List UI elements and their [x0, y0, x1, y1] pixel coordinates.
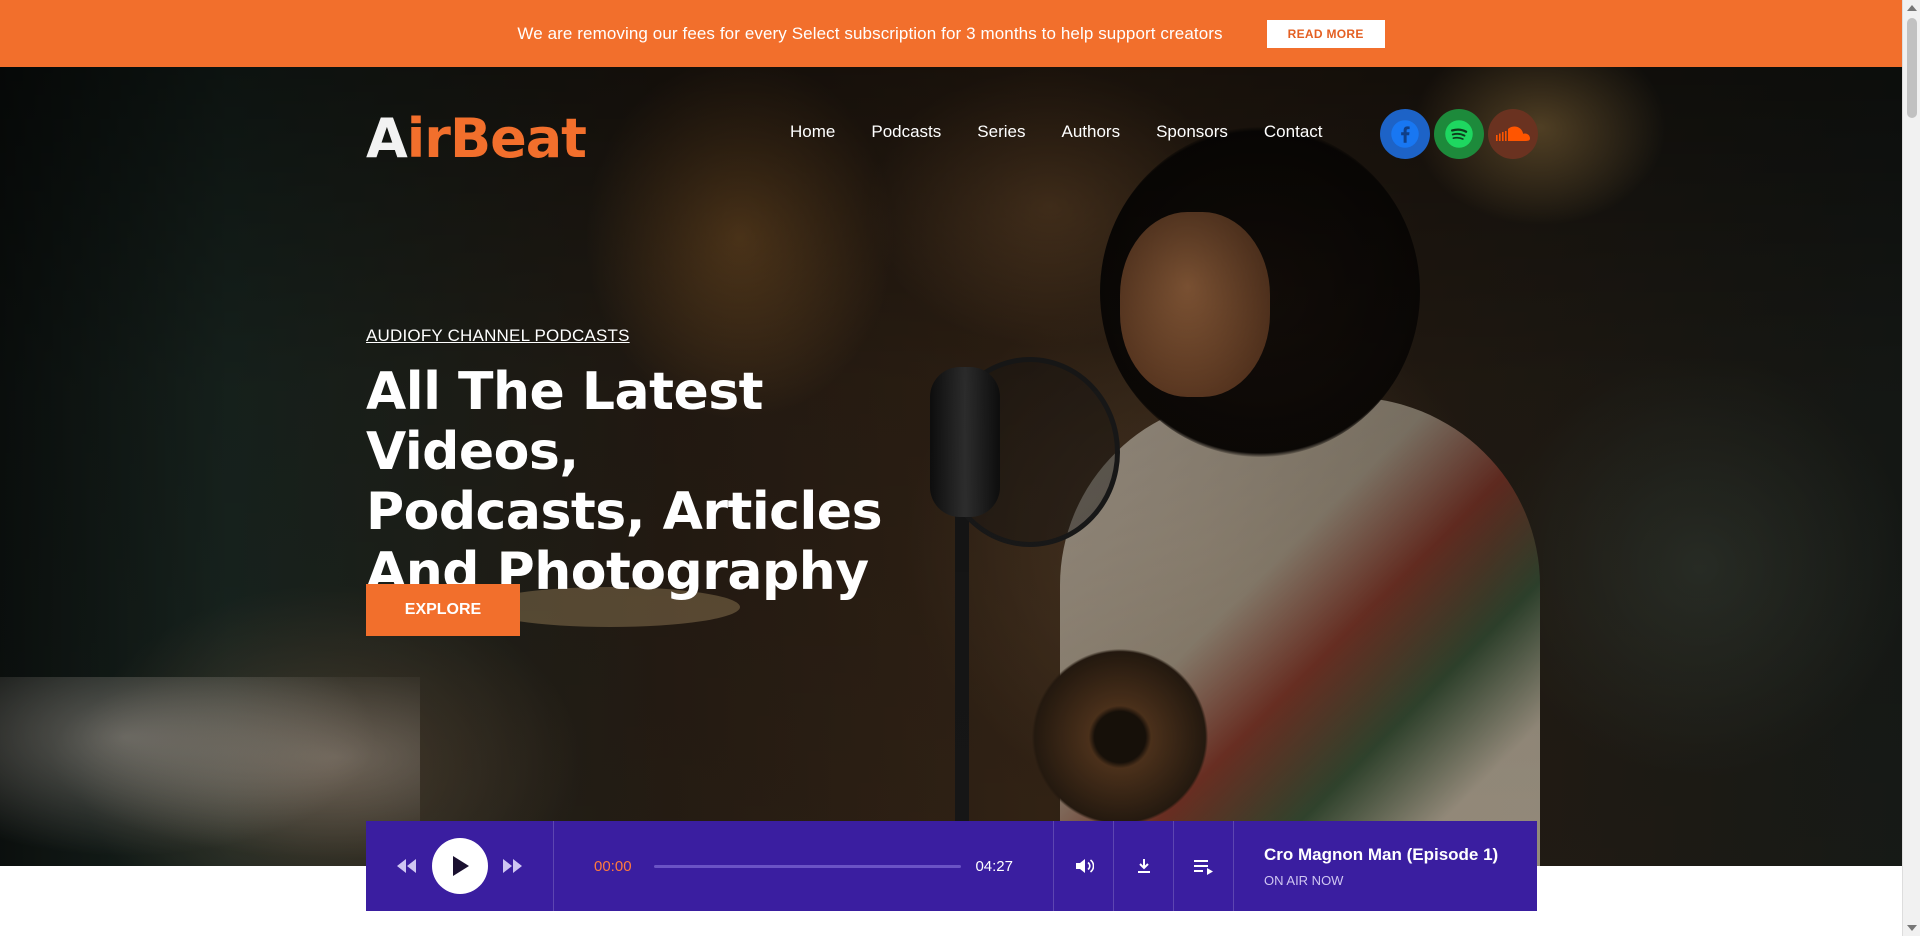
- logo-wordmark: irBeat: [406, 107, 587, 170]
- download-icon: [1137, 859, 1150, 873]
- read-more-button[interactable]: READ MORE: [1266, 19, 1385, 48]
- site-logo[interactable]: A irBeat: [366, 100, 587, 170]
- hero-eyebrow[interactable]: AUDIOFY CHANNEL PODCASTS: [366, 326, 630, 346]
- nav-podcasts[interactable]: Podcasts: [871, 122, 941, 142]
- explore-button[interactable]: EXPLORE: [366, 584, 520, 636]
- audio-player: 00:00 04:27 Cro Magnon Man (Episode 1) O…: [366, 821, 1537, 911]
- now-playing: Cro Magnon Man (Episode 1) ON AIR NOW: [1234, 845, 1498, 888]
- facebook-icon: [1391, 120, 1419, 148]
- nav-home[interactable]: Home: [790, 122, 835, 142]
- volume-icon: [1075, 859, 1094, 873]
- main-nav: Home Podcasts Series Authors Sponsors Co…: [790, 122, 1359, 142]
- progress-section: 00:00 04:27: [554, 821, 1054, 911]
- play-icon: [452, 856, 469, 876]
- playlist-icon: [1193, 860, 1213, 875]
- soundcloud-icon: [1496, 126, 1530, 141]
- nav-series[interactable]: Series: [977, 122, 1025, 142]
- track-status: ON AIR NOW: [1264, 872, 1344, 888]
- download-button[interactable]: [1114, 821, 1174, 911]
- hero-headline: All The Latest Videos, Podcasts, Article…: [366, 362, 926, 602]
- track-title: Cro Magnon Man (Episode 1): [1264, 844, 1499, 864]
- social-links: [1380, 109, 1538, 159]
- hero-overlay: [0, 67, 1902, 866]
- scroll-up-arrow[interactable]: [1907, 5, 1917, 11]
- volume-button[interactable]: [1054, 821, 1114, 911]
- playlist-button[interactable]: [1174, 821, 1234, 911]
- logo-letter-a: A: [366, 107, 408, 170]
- soundcloud-button[interactable]: [1488, 109, 1538, 159]
- scroll-down-arrow[interactable]: [1907, 925, 1917, 931]
- announcement-bar: We are removing our fees for every Selec…: [0, 0, 1902, 67]
- current-time: 00:00: [594, 857, 632, 875]
- fast-forward-icon[interactable]: [502, 857, 524, 875]
- spotify-icon: [1445, 120, 1473, 148]
- play-button[interactable]: [431, 838, 488, 894]
- nav-authors[interactable]: Authors: [1061, 122, 1120, 142]
- progress-track[interactable]: [654, 864, 961, 868]
- announcement-text: We are removing our fees for every Selec…: [517, 23, 1223, 43]
- page-scrollbar[interactable]: [1902, 0, 1920, 936]
- scroll-thumb[interactable]: [1907, 18, 1917, 118]
- total-time: 04:27: [975, 857, 1013, 875]
- headline-line-2: Podcasts, Articles: [366, 482, 883, 542]
- hero-section: [0, 67, 1902, 866]
- spotify-button[interactable]: [1434, 109, 1484, 159]
- nav-contact[interactable]: Contact: [1264, 122, 1323, 142]
- rewind-icon[interactable]: [396, 857, 418, 875]
- player-controls: [366, 821, 554, 911]
- headline-line-1: All The Latest Videos,: [366, 362, 764, 482]
- facebook-button[interactable]: [1380, 109, 1430, 159]
- nav-sponsors[interactable]: Sponsors: [1156, 122, 1228, 142]
